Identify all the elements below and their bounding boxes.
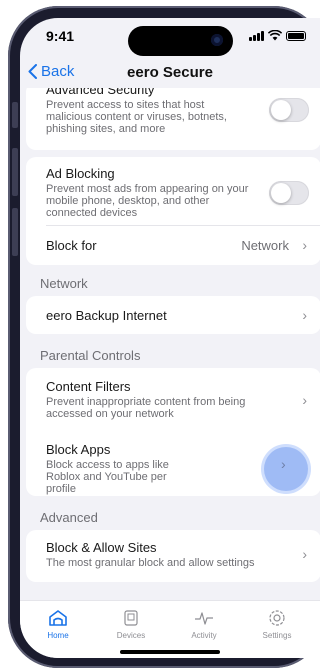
phone-screen: 9:41 Back eero Secure Advanced Security … xyxy=(20,18,320,658)
devices-icon xyxy=(124,610,138,626)
ad-blocking-row[interactable]: Ad Blocking Prevent most ads from appear… xyxy=(26,157,320,225)
tap-indicator xyxy=(264,447,308,491)
content-filters-row[interactable]: Content Filters Prevent inappropriate co… xyxy=(26,368,320,432)
advanced-security-description: Prevent access to sites that host malici… xyxy=(46,99,227,135)
home-indicator xyxy=(120,650,220,654)
ad-blocking-card: Ad Blocking Prevent most ads from appear… xyxy=(26,157,320,265)
block-for-row[interactable]: Block for Network › xyxy=(26,226,320,264)
section-header-network: Network xyxy=(40,276,88,291)
nav-bar: Back eero Secure xyxy=(20,62,320,88)
action-button xyxy=(12,102,18,128)
tab-activity[interactable]: Activity xyxy=(174,609,234,640)
tab-devices[interactable]: Devices xyxy=(101,609,161,640)
tab-activity-label: Activity xyxy=(191,631,217,640)
ad-blocking-description: Prevent most ads from appearing on your … xyxy=(46,183,249,219)
tab-devices-label: Devices xyxy=(116,631,146,640)
chevron-right-icon: › xyxy=(302,392,307,408)
block-apps-description: Block access to apps like Roblox and You… xyxy=(46,459,169,495)
section-header-parental-controls: Parental Controls xyxy=(40,348,141,363)
tab-settings[interactable]: Settings xyxy=(247,609,307,640)
tab-settings-label: Settings xyxy=(262,631,292,640)
dynamic-island xyxy=(128,26,233,56)
block-allow-sites-description: The most granular block and allow settin… xyxy=(46,557,255,569)
chevron-right-icon: › xyxy=(302,546,307,562)
settings-icon xyxy=(269,610,285,626)
battery-icon xyxy=(286,31,306,41)
page-title: eero Secure xyxy=(127,64,213,81)
status-time: 9:41 xyxy=(46,28,75,44)
ad-blocking-toggle[interactable] xyxy=(269,181,309,205)
tab-home-label: Home xyxy=(47,631,69,640)
home-icon xyxy=(49,610,67,626)
tab-home[interactable]: Home xyxy=(28,609,88,640)
advanced-security-toggle[interactable] xyxy=(269,98,309,122)
block-apps-chevron-icon[interactable]: › xyxy=(281,456,286,472)
advanced-card: Block & Allow Sites The most granular bl… xyxy=(26,530,320,582)
block-allow-sites-title: Block & Allow Sites xyxy=(46,540,157,555)
network-card: eero Backup Internet › xyxy=(26,296,320,334)
backup-internet-row[interactable]: eero Backup Internet › xyxy=(26,296,320,334)
wifi-icon xyxy=(268,30,282,41)
volume-up-button xyxy=(12,148,18,196)
content-filters-description: Prevent inappropriate content from being… xyxy=(46,396,246,420)
backup-internet-title: eero Backup Internet xyxy=(46,308,167,323)
ad-blocking-title: Ad Blocking xyxy=(46,166,115,181)
advanced-security-row[interactable]: Advanced Security Prevent access to site… xyxy=(26,88,320,135)
status-bar: 9:41 xyxy=(20,18,320,62)
security-card: Advanced Security Prevent access to site… xyxy=(26,88,320,150)
chevron-right-icon: › xyxy=(302,237,307,253)
block-for-title: Block for xyxy=(46,238,97,253)
section-header-advanced: Advanced xyxy=(40,510,98,525)
advanced-security-title: Advanced Security xyxy=(46,88,155,97)
content-filters-title: Content Filters xyxy=(46,379,131,394)
camera-icon xyxy=(211,34,223,46)
status-icons xyxy=(249,30,306,41)
block-allow-sites-row[interactable]: Block & Allow Sites The most granular bl… xyxy=(26,530,320,582)
activity-icon xyxy=(195,612,213,625)
signal-icon xyxy=(249,31,264,41)
chevron-right-icon: › xyxy=(302,307,307,323)
block-for-value: Network xyxy=(241,238,289,253)
volume-down-button xyxy=(12,208,18,256)
settings-list[interactable]: Advanced Security Prevent access to site… xyxy=(20,88,320,600)
